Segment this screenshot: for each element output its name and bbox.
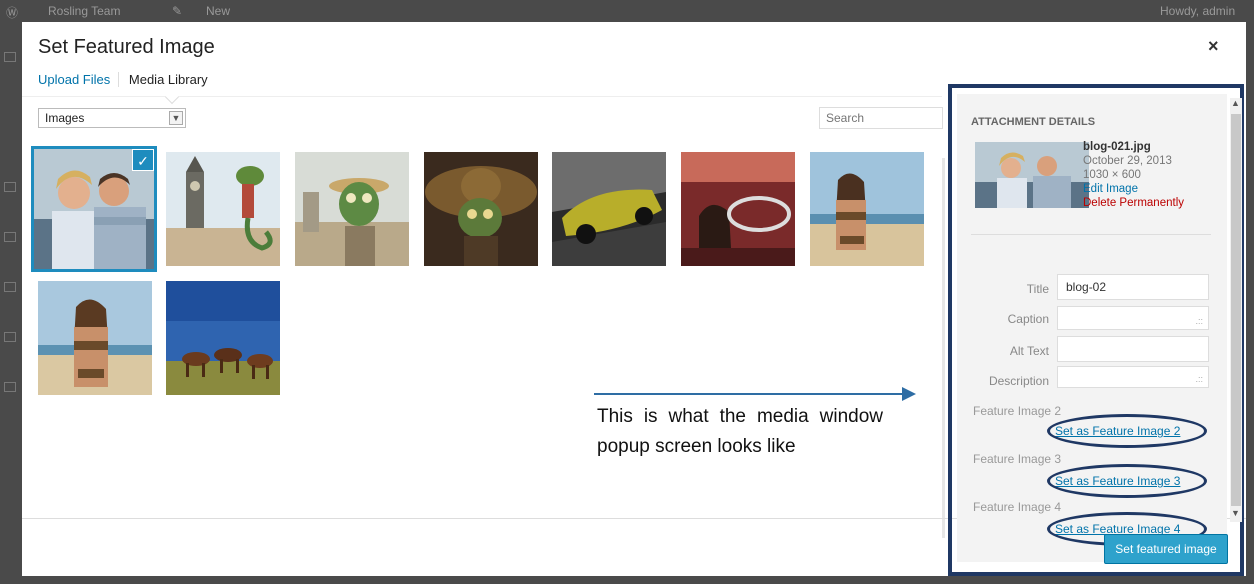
chevron-down-icon: ▼ <box>169 111 183 125</box>
modal-title: Set Featured Image <box>38 36 215 58</box>
edit-image-link[interactable]: Edit Image <box>1083 182 1184 196</box>
details-scrollbar-thumb[interactable] <box>1231 114 1241 506</box>
admin-bar-site-name[interactable]: Rosling Team <box>48 4 120 18</box>
attachment-thumb-horses[interactable] <box>166 281 280 395</box>
set-featured-image-button[interactable]: Set featured image <box>1104 534 1228 564</box>
rango-clocktower-photo <box>166 152 280 266</box>
attachment-thumb-rango-desert[interactable] <box>295 152 409 266</box>
sports-car-photo <box>552 152 666 266</box>
settings-icon[interactable] <box>4 382 16 392</box>
highlight-ellipse <box>1047 414 1207 448</box>
attachment-thumb-beach-woman-1[interactable] <box>810 152 924 266</box>
comments-icon[interactable]: ✎ <box>172 4 182 18</box>
title-label: Title <box>1026 282 1049 296</box>
alt-text-field[interactable] <box>1057 336 1209 362</box>
comments-menu-icon[interactable] <box>4 332 16 342</box>
highlight-ellipse <box>1047 464 1207 498</box>
description-field[interactable]: .:: <box>1057 366 1209 388</box>
alt-text-label: Alt Text <box>1009 344 1049 358</box>
scroll-up-icon[interactable]: ▲ <box>1231 98 1240 108</box>
annotation-text: This is what the media window popup scre… <box>597 406 883 457</box>
caption-field[interactable]: .:: <box>1057 306 1209 330</box>
wordpress-logo-icon[interactable]: Ⓦ <box>6 4 18 21</box>
posts-icon[interactable] <box>4 182 16 192</box>
horses-photo <box>166 281 280 395</box>
attachment-date: October 29, 2013 <box>1083 155 1172 167</box>
dashboard-icon[interactable] <box>4 52 16 62</box>
pages-icon[interactable] <box>4 282 16 292</box>
attachment-dimensions: 1030 × 600 <box>1083 169 1141 181</box>
attachment-thumb-beach-woman-2[interactable] <box>38 281 152 395</box>
woman-driving-photo <box>681 152 795 266</box>
backdrop-bottom <box>0 576 1254 584</box>
admin-bar-new[interactable]: New <box>206 4 230 18</box>
attachment-info: blog-021.jpg October 29, 2013 1030 × 600… <box>1083 140 1184 210</box>
search-input[interactable] <box>819 107 943 129</box>
media-icon[interactable] <box>4 232 16 242</box>
resize-icon: .:: <box>1195 374 1203 384</box>
grid-scrollbar[interactable] <box>942 158 945 538</box>
tab-upload-files[interactable]: Upload Files <box>38 72 120 87</box>
description-label: Description <box>988 374 1049 388</box>
media-modal: Set Featured Image × Upload Files Media … <box>22 22 1246 576</box>
attachment-thumb-rango-sombrero[interactable] <box>424 152 538 266</box>
delete-permanently-link[interactable]: Delete Permanently <box>1083 196 1184 210</box>
annotation-arrow-head <box>902 387 916 401</box>
tab-media-library[interactable]: Media Library <box>123 72 216 87</box>
attachment-preview-thumb <box>975 142 1089 208</box>
caption-label: Caption <box>1007 312 1049 326</box>
feature-image-4-label: Feature Image 4 <box>973 500 1062 514</box>
attachment-thumb-couple[interactable]: ✓ <box>31 146 157 272</box>
resize-icon: .:: <box>1195 316 1203 326</box>
scroll-down-icon[interactable]: ▼ <box>1231 508 1240 518</box>
attachment-thumb-sports-car[interactable] <box>552 152 666 266</box>
beach-woman-photo <box>810 152 924 266</box>
rango-desert-photo <box>295 152 409 266</box>
admin-sidebar <box>0 22 22 584</box>
media-router-tabs: Upload Files Media Library <box>38 72 216 87</box>
admin-bar-howdy[interactable]: Howdy, admin <box>1160 4 1235 18</box>
admin-bar: Ⓦ Rosling Team ✎ New Howdy, admin <box>0 0 1254 22</box>
title-field[interactable]: blog-02 <box>1057 274 1209 300</box>
media-type-filter[interactable]: Images ▼ <box>38 108 186 128</box>
attachment-details-panel: ATTACHMENT DETAILS blog-021.jpg October … <box>957 94 1227 562</box>
feature-image-2-label: Feature Image 2 <box>973 404 1062 418</box>
checkmark-icon[interactable]: ✓ <box>132 149 154 171</box>
couple-preview-photo <box>975 142 1089 208</box>
toolbar-divider <box>22 96 942 97</box>
feature-image-3-label: Feature Image 3 <box>973 452 1062 466</box>
active-tab-indicator <box>164 89 180 105</box>
attachment-details-heading: ATTACHMENT DETAILS <box>971 116 1096 128</box>
rango-sombrero-photo <box>424 152 538 266</box>
filter-selected-value: Images <box>45 111 85 125</box>
annotation-arrow <box>594 393 904 395</box>
beach-woman-photo-2 <box>38 281 152 395</box>
attachment-thumb-woman-driving[interactable] <box>681 152 795 266</box>
details-divider <box>971 234 1211 235</box>
backdrop-right <box>1246 22 1254 584</box>
attachment-filename: blog-021.jpg <box>1083 141 1151 153</box>
attachment-thumb-rango-clocktower[interactable] <box>166 152 280 266</box>
close-icon[interactable]: × <box>1208 36 1219 57</box>
